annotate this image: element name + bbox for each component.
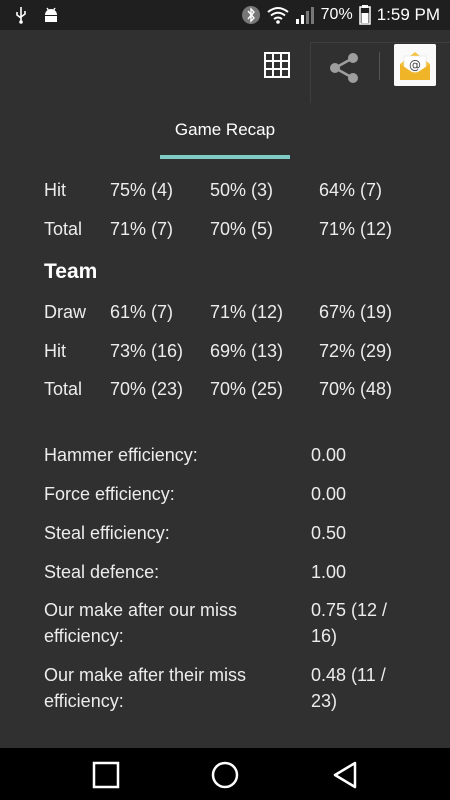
row-value: 71% (7) xyxy=(110,219,174,239)
row-label: Total xyxy=(44,219,83,239)
metric-value: 0.75 (12 / 16) xyxy=(311,600,388,646)
row-label: Draw xyxy=(44,302,87,322)
table-row: Draw 61% (7) 71% (12) 67% (19) xyxy=(0,302,450,332)
battery-percent: 70% xyxy=(320,6,353,23)
metric-value: 0.00 xyxy=(311,484,347,504)
battery-icon xyxy=(358,5,371,25)
svg-text:@: @ xyxy=(409,58,421,72)
email-icon[interactable]: @ xyxy=(394,44,436,86)
navigation-bar xyxy=(0,748,450,800)
recents-icon[interactable] xyxy=(91,760,121,790)
row-value: 64% (7) xyxy=(319,180,383,200)
metric-label: Steal efficiency: xyxy=(44,523,170,543)
metric-value: 0.50 xyxy=(311,523,347,543)
metric-label: Hammer efficiency: xyxy=(44,445,198,465)
row-value: 75% (4) xyxy=(110,180,174,200)
status-bar: 70% 1:59 PM xyxy=(0,0,450,30)
table-row: Hit 73% (16) 69% (13) 72% (29) xyxy=(0,341,450,371)
table-row: Total 71% (7) 70% (5) 71% (12) xyxy=(0,219,450,249)
usb-icon xyxy=(16,7,26,24)
home-icon[interactable] xyxy=(210,760,240,790)
back-icon[interactable] xyxy=(330,760,360,790)
table-row: Total 70% (23) 70% (25) 70% (48) xyxy=(0,379,450,409)
clock: 1:59 PM xyxy=(376,5,440,24)
row-value: 73% (16) xyxy=(110,341,184,361)
share-icon[interactable] xyxy=(326,50,362,86)
team-heading: Team xyxy=(44,260,98,283)
tab-indicator xyxy=(160,155,290,159)
metric-value: 1.00 xyxy=(311,562,347,582)
android-icon xyxy=(45,7,57,22)
toolbar-divider xyxy=(379,52,380,80)
metric-label: Our make after their miss efficiency: xyxy=(44,665,247,711)
metric-value: 0.00 xyxy=(311,445,347,465)
row-value: 70% (25) xyxy=(210,379,284,399)
row-value: 72% (29) xyxy=(319,341,393,361)
row-value: 71% (12) xyxy=(210,302,284,322)
metric-label: Steal defence: xyxy=(44,562,160,582)
row-value: 70% (23) xyxy=(110,379,184,399)
grid-icon[interactable] xyxy=(264,52,290,78)
metric-value: 0.48 (11 / 23) xyxy=(311,665,386,711)
tab-game-recap[interactable]: Game Recap xyxy=(160,120,290,140)
row-value: 70% (48) xyxy=(319,379,393,399)
row-label: Hit xyxy=(44,180,66,200)
metric-label: Our make after our miss efficiency: xyxy=(44,600,238,646)
row-value: 69% (13) xyxy=(210,341,284,361)
bluetooth-icon xyxy=(241,6,260,24)
wifi-icon xyxy=(267,7,289,24)
table-row: Hit 75% (4) 50% (3) 64% (7) xyxy=(0,180,450,210)
row-label: Total xyxy=(44,379,83,399)
row-value: 50% (3) xyxy=(210,180,274,200)
metric-label: Force efficiency: xyxy=(44,484,175,504)
row-value: 70% (5) xyxy=(210,219,274,239)
signal-icon xyxy=(295,7,314,24)
row-value: 71% (12) xyxy=(319,219,393,239)
row-value: 61% (7) xyxy=(110,302,174,322)
row-value: 67% (19) xyxy=(319,302,393,322)
row-label: Hit xyxy=(44,341,66,361)
